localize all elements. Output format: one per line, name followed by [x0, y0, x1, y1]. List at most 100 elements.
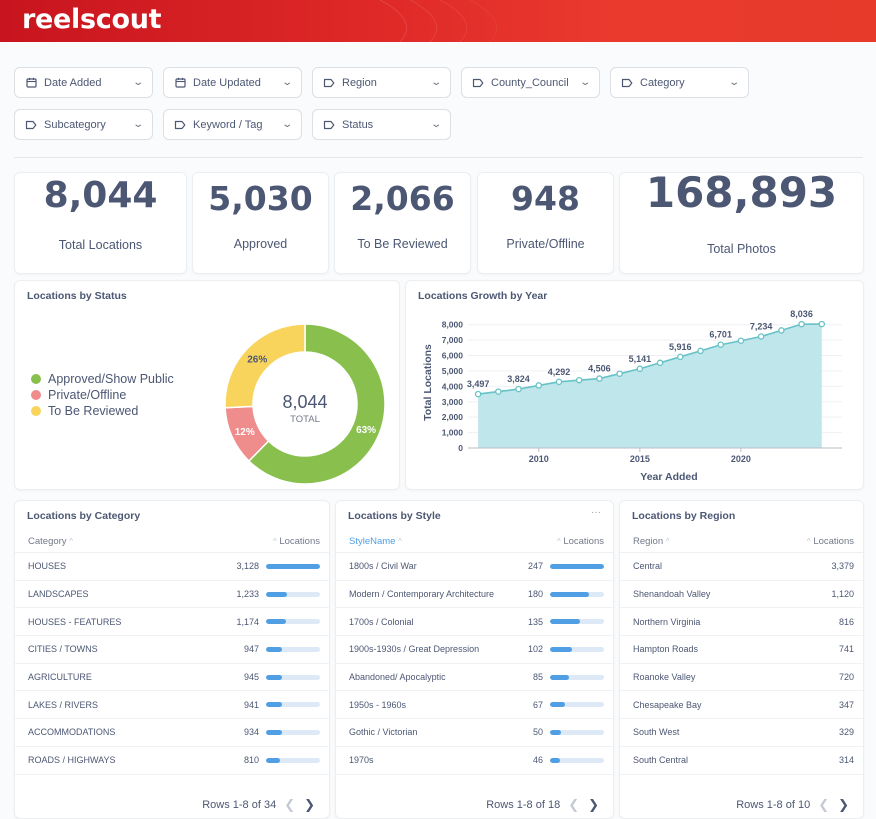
data-point[interactable] — [798, 320, 805, 328]
table-row[interactable]: Central 3,379 — [620, 553, 863, 581]
legend-item[interactable]: Private/Offline — [31, 387, 174, 403]
table-row[interactable]: Chesapeake Bay 347 — [620, 691, 863, 720]
more-options-icon[interactable]: ··· — [591, 507, 601, 518]
filter-label: Category — [640, 76, 685, 89]
legend-item[interactable]: To Be Reviewed — [31, 403, 174, 419]
table-row[interactable]: Abandoned/ Apocalyptic 85 — [336, 664, 613, 692]
table-row[interactable]: CITIES / TOWNS 947 — [15, 636, 329, 664]
filter-subcategory-button[interactable]: Subcategory ⌄ — [14, 109, 153, 140]
column-header-locations[interactable]: ^ Locations — [807, 536, 854, 547]
value-bar-fill — [266, 702, 283, 708]
filter-county-council-button[interactable]: County_Council ⌄ — [461, 67, 600, 98]
data-point[interactable] — [757, 333, 765, 340]
chevron-left-icon[interactable]: ❮ — [284, 797, 295, 813]
row-value: 934 — [243, 727, 259, 738]
table-row[interactable]: ACCOMMODATIONS 934 — [15, 719, 329, 747]
table-row[interactable]: ROADS / HIGHWAYS 810 — [15, 747, 329, 775]
table-row[interactable]: LAKES / RIVERS 941 — [15, 691, 329, 720]
data-label: 5,141 — [629, 354, 652, 364]
value-bar — [266, 563, 320, 569]
table-row[interactable]: 1800s / Civil War 247 — [336, 553, 613, 581]
pagination-label: Rows 1-8 of 34 — [202, 799, 277, 811]
data-point[interactable] — [737, 337, 745, 344]
data-point[interactable] — [778, 327, 785, 334]
filter-date-added-button[interactable]: Date Added ⌄ — [14, 67, 153, 98]
table-row[interactable]: Northern Virginia 816 — [620, 608, 863, 637]
column-header-locations[interactable]: ^ Locations — [273, 536, 320, 547]
value-bar-fill — [550, 563, 604, 569]
data-point[interactable] — [616, 370, 623, 377]
chevron-right-icon[interactable]: ❯ — [588, 797, 599, 813]
table-row[interactable]: 1950s - 1960s 67 — [336, 691, 613, 720]
data-point[interactable] — [636, 365, 644, 373]
legend-label: Private/Offline — [48, 388, 127, 402]
data-point[interactable] — [535, 382, 543, 389]
y-tick-label: 0 — [458, 443, 463, 453]
data-point[interactable] — [555, 378, 563, 386]
row-name: ROADS / HIGHWAYS — [28, 755, 116, 766]
chevron-right-icon[interactable]: ❯ — [838, 797, 849, 813]
table-row[interactable]: 1900s-1930s / Great Depression 102 — [336, 636, 613, 664]
table-row[interactable]: Gothic / Victorian 50 — [336, 719, 613, 747]
data-point[interactable] — [515, 385, 522, 393]
column-header-category[interactable]: Category ^ — [28, 536, 273, 547]
table-row[interactable]: Hampton Roads 741 — [620, 636, 863, 664]
table-row[interactable]: AGRICULTURE 945 — [15, 664, 329, 692]
value-bar-fill — [550, 729, 561, 735]
value-bar-fill — [266, 563, 320, 569]
filter-label: Date Updated — [193, 76, 261, 89]
table-row[interactable]: HOUSES - FEATURES 1,174 — [15, 608, 329, 637]
value-bar — [550, 646, 604, 652]
table-row[interactable]: 1700s / Colonial 135 — [336, 608, 613, 637]
reelscout-logo[interactable]: reelscout — [22, 4, 162, 35]
y-tick-label: 4,000 — [442, 381, 464, 391]
table-title: Locations by Style — [348, 510, 441, 522]
legend-item[interactable]: Approved/Show Public — [31, 371, 174, 387]
table-card-locations-by-region: Locations by Region Region ^ ^ Locations Ce… — [619, 500, 864, 819]
filter-category-button[interactable]: Category ⌄ — [610, 67, 749, 98]
chevron-right-icon[interactable]: ❯ — [304, 797, 315, 813]
row-value: 3,128 — [236, 561, 259, 572]
filter-keyword-tag-button[interactable]: Keyword / Tag ⌄ — [163, 109, 302, 140]
data-point[interactable] — [596, 375, 603, 382]
table-row[interactable]: Roanoke Valley 720 — [620, 664, 863, 692]
data-point[interactable] — [495, 388, 502, 395]
table-row[interactable]: 1970s 46 — [336, 747, 613, 775]
data-label: 4,506 — [588, 364, 611, 374]
value-bar-fill — [266, 646, 283, 652]
filter-region-button[interactable]: Region ⌄ — [312, 67, 451, 98]
filter-status-button[interactable]: Status ⌄ — [312, 109, 451, 140]
column-header-locations[interactable]: ^ Locations — [557, 536, 604, 547]
value-bar — [266, 702, 320, 708]
row-value: 329 — [838, 727, 854, 738]
table-row[interactable]: LANDSCAPES 1,233 — [15, 581, 329, 609]
column-header-stylename[interactable]: StyleName ^ — [349, 536, 557, 547]
data-point[interactable] — [677, 353, 684, 361]
chevron-left-icon[interactable]: ❮ — [818, 797, 829, 813]
kpi-label: To Be Reviewed — [357, 237, 448, 251]
row-value: 347 — [838, 699, 854, 710]
kpi-value: 2,066 — [350, 178, 455, 218]
table-row[interactable]: South Central 314 — [620, 747, 863, 775]
row-value: 1,120 — [831, 589, 854, 600]
chevron-down-icon: ⌄ — [578, 77, 591, 88]
donut-center-label: TOTAL — [290, 414, 320, 425]
status-legend: Approved/Show Public Private/Offline To Be… — [31, 371, 174, 419]
data-point[interactable] — [717, 341, 724, 348]
table-row[interactable]: HOUSES 3,128 — [15, 553, 329, 581]
column-header-region[interactable]: Region ^ — [633, 536, 807, 547]
data-point[interactable] — [656, 359, 664, 367]
table-row[interactable]: Shenandoah Valley 1,120 — [620, 581, 863, 609]
chevron-left-icon[interactable]: ❮ — [568, 797, 579, 813]
table-row[interactable]: Modern / Contemporary Architecture 180 — [336, 581, 613, 609]
data-point[interactable] — [474, 390, 482, 398]
row-name: Northern Virginia — [633, 616, 701, 627]
table-row[interactable]: South West 329 — [620, 719, 863, 747]
legend-dot — [31, 406, 41, 416]
data-point[interactable] — [575, 376, 583, 384]
legend-dot — [31, 374, 41, 384]
row-value: 102 — [527, 644, 543, 655]
filter-date-updated-button[interactable]: Date Updated ⌄ — [163, 67, 302, 98]
data-point[interactable] — [697, 347, 704, 355]
data-point[interactable] — [818, 320, 826, 328]
